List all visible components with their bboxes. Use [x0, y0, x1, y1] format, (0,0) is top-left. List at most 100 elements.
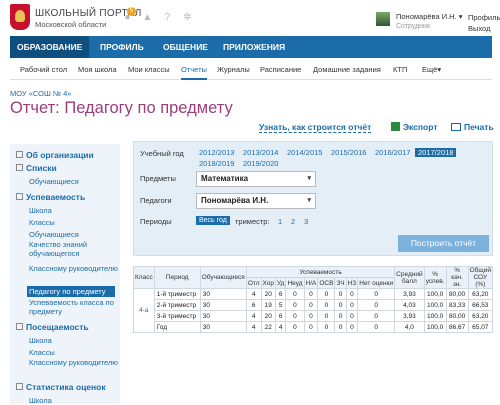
value-cell: 0 — [357, 310, 396, 322]
tab-desktop[interactable]: Рабочий стол — [20, 65, 67, 74]
avg-cell: 4,0 — [394, 321, 425, 333]
year-option[interactable]: 2013/2014 — [243, 148, 278, 157]
sidebar-item-knowledge-quality[interactable]: Качество знаний обучающегося — [29, 240, 119, 258]
value-cell: 0 — [317, 321, 336, 333]
region-emblem-icon[interactable] — [10, 4, 30, 30]
breadcrumb[interactable]: МОУ «СОШ № 4» — [10, 89, 71, 98]
how-built-link[interactable]: Узнать, как строится отчёт — [259, 122, 372, 133]
tab-my-classes[interactable]: Мои классы — [128, 65, 170, 74]
sidebar-item-class-teacher[interactable]: Классному руководителю — [29, 264, 119, 273]
contacts-icon[interactable]: ▲ — [142, 12, 153, 23]
value-cell: 6 — [275, 288, 287, 300]
nav-apps[interactable]: ПРИЛОЖЕНИЯ — [223, 36, 285, 58]
sidebar-section-lists[interactable]: Списки — [16, 163, 57, 173]
tab-schedule[interactable]: Расписание — [260, 65, 301, 74]
sidebar-item-students[interactable]: Обучающиеся — [29, 177, 119, 186]
usp-cell: 100,0 — [423, 321, 447, 333]
sub-nav: Рабочий стол Моя школа Мои классы Отчеты… — [10, 58, 492, 80]
teacher-select[interactable]: Пономарёва И.Н. — [196, 193, 316, 209]
value-cell: 0 — [285, 299, 305, 311]
value-cell: 0 — [303, 288, 319, 300]
sidebar-item-school[interactable]: Школа — [29, 206, 119, 215]
students-cell: 30 — [199, 310, 247, 322]
tab-more[interactable]: Ещё▾ — [422, 65, 441, 74]
avg-cell: 3,93 — [394, 288, 425, 300]
kach-cell: 86,67 — [445, 321, 469, 333]
profile-link[interactable]: Профиль — [468, 12, 500, 23]
value-cell: 0 — [303, 310, 319, 322]
class-link[interactable]: 4-а — [133, 288, 155, 333]
tab-my-school[interactable]: Моя школа — [78, 65, 117, 74]
sidebar-item-students-perf[interactable]: Обучающиеся — [29, 230, 119, 239]
sidebar-item-att-school[interactable]: Школа — [29, 336, 119, 345]
year-option-selected[interactable]: 2017/2018 — [415, 148, 457, 157]
value-cell: 0 — [317, 310, 336, 322]
sidebar: Об организации Списки Обучающиеся Успева… — [10, 144, 120, 405]
table-row: 4-а 1-й триместр 30 4 20 6 0 0 0 0 0 0 3,93 100,0… — [133, 288, 494, 333]
value-cell: 22 — [260, 321, 277, 333]
table-row: 2-й триместр 30 6 19 5 0 0 0 0 0 0 4,03 100,0 83,3… — [134, 299, 494, 311]
nav-profile[interactable]: ПРОФИЛЬ — [100, 36, 144, 58]
kach-cell: 80,00 — [445, 288, 469, 300]
year-option[interactable]: 2015/2016 — [331, 148, 366, 157]
export-button[interactable]: Экспорт — [391, 122, 438, 132]
trimester-2[interactable]: 2 — [291, 217, 295, 226]
sidebar-item-att-class-teacher[interactable]: Классному руководителю — [29, 358, 119, 367]
kach-cell: 80,00 — [445, 310, 469, 322]
table-row: Год 30 4 22 4 0 0 0 0 0 0 4,0 100,0 86,67 65,07 — [134, 321, 494, 333]
main-nav: ОБРАЗОВАНИЕ ПРОФИЛЬ ОБЩЕНИЕ ПРИЛОЖЕНИЯ — [10, 36, 492, 58]
col-class: Класс — [133, 266, 155, 289]
year-option[interactable]: 2018/2019 — [199, 159, 234, 168]
user-name[interactable]: Пономарёва И.Н. ▾ — [396, 12, 463, 21]
value-cell: 19 — [260, 299, 277, 311]
trimester-label: триместр: — [235, 217, 270, 226]
sidebar-section-performance[interactable]: Успеваемость — [16, 192, 85, 202]
sidebar-item-stat-school[interactable]: Школа — [29, 396, 119, 405]
sidebar-section-org[interactable]: Об организации — [16, 150, 94, 160]
sidebar-section-grade-stats[interactable]: Статистика оценок — [16, 382, 106, 392]
value-cell: 0 — [345, 288, 359, 300]
sidebar-item-class-subject[interactable]: Успеваемость класса по предмету — [29, 298, 119, 316]
sidebar-item-att-classes[interactable]: Классы — [29, 348, 119, 357]
logout-link[interactable]: Выход — [468, 23, 500, 34]
trimester-3[interactable]: 3 — [304, 217, 308, 226]
value-cell: 4 — [245, 310, 262, 322]
students-cell: 30 — [199, 299, 247, 311]
print-button[interactable]: Печать — [451, 122, 494, 132]
col-pct-usp: % успев. — [423, 266, 447, 289]
teacher-label: Педагоги — [140, 196, 172, 205]
help-icon[interactable]: ? — [162, 12, 173, 23]
sou-cell: 63,20 — [467, 288, 494, 300]
sidebar-item-subject-teacher[interactable]: Педагогу по предмету — [27, 286, 115, 297]
trimester-1[interactable]: 1 — [278, 217, 282, 226]
usp-cell: 100,0 — [423, 288, 447, 300]
build-report-button[interactable]: Построить отчёт — [398, 235, 489, 252]
value-cell: 20 — [260, 288, 277, 300]
sidebar-section-attendance[interactable]: Посещаемость — [16, 322, 89, 332]
nav-education[interactable]: ОБРАЗОВАНИЕ — [10, 36, 90, 58]
col-performance: Успеваемость — [245, 266, 396, 278]
value-cell: 0 — [285, 310, 305, 322]
notifications-icon[interactable]: ● 5 — [122, 7, 136, 23]
avatar[interactable] — [376, 12, 390, 26]
sou-cell: 66,53 — [467, 299, 494, 311]
subject-select[interactable]: Математика — [196, 171, 316, 187]
sidebar-item-classes[interactable]: Классы — [29, 218, 119, 227]
year-option[interactable]: 2019/2020 — [243, 159, 278, 168]
year-option[interactable]: 2016/2017 — [375, 148, 410, 157]
tab-journals[interactable]: Журналы — [217, 65, 250, 74]
nav-communication[interactable]: ОБЩЕНИЕ — [163, 36, 208, 58]
period-cell: 3-й триместр — [153, 310, 201, 322]
settings-icon[interactable]: ✲ — [182, 12, 193, 23]
tab-homework[interactable]: Домашние задания — [313, 65, 381, 74]
value-cell: 0 — [334, 288, 347, 300]
excel-icon — [391, 122, 400, 131]
tab-ktp[interactable]: КТП — [393, 65, 407, 74]
period-all-year[interactable]: Весь год — [196, 216, 230, 225]
col-zch: ЗЧ — [334, 277, 347, 289]
tab-reports[interactable]: Отчеты — [181, 65, 207, 80]
table-row: 3-й триместр 30 4 20 6 0 0 0 0 0 0 3,93 100,0 80,0… — [134, 310, 494, 322]
year-option[interactable]: 2012/2013 — [199, 148, 234, 157]
year-option[interactable]: 2014/2015 — [287, 148, 322, 157]
col-good: Хор — [260, 277, 277, 289]
